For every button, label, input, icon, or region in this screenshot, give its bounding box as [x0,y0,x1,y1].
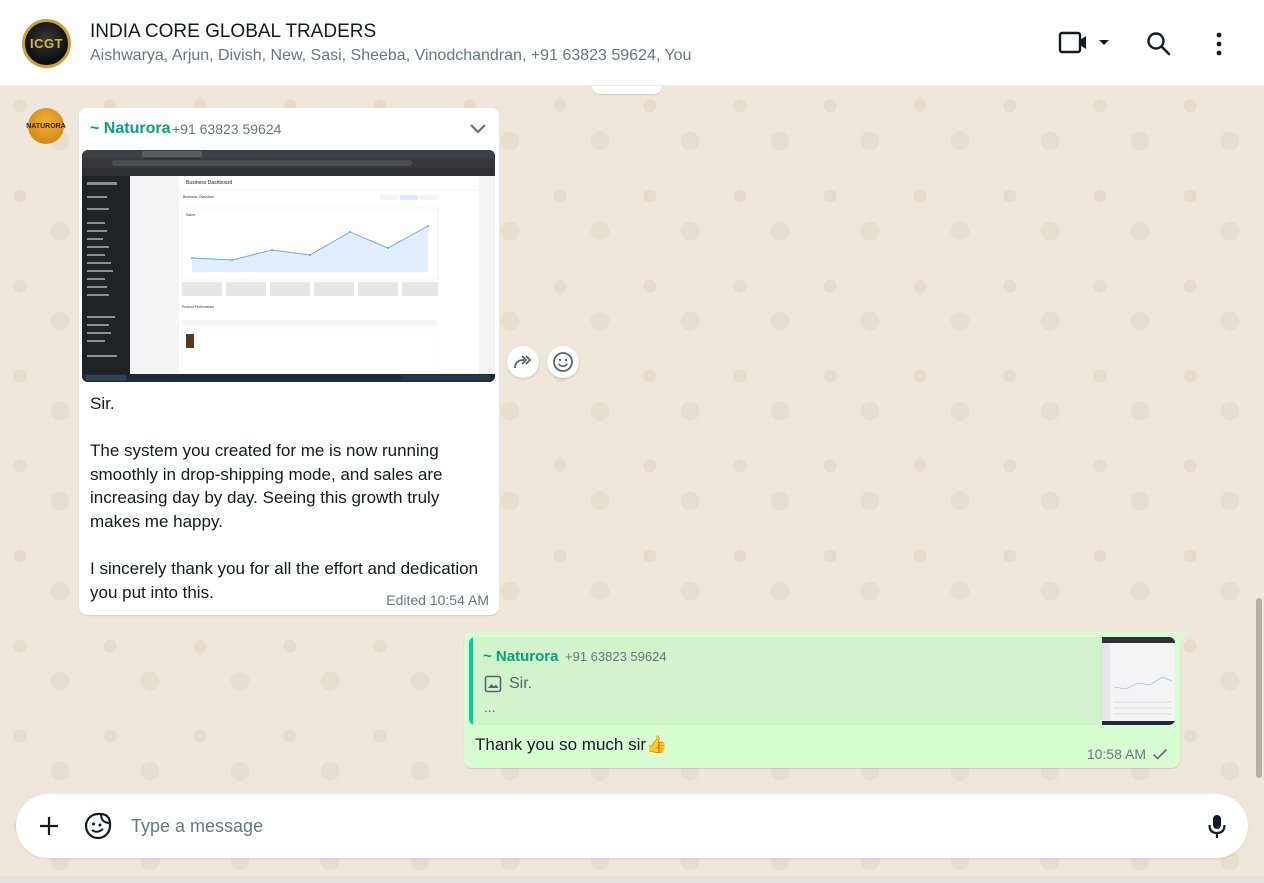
menu-icon[interactable] [1212,32,1226,61]
check-icon [1152,747,1168,765]
group-avatar[interactable]: ICGT [22,19,71,68]
dashboard-title: Business Dashboard [186,180,232,186]
react-button[interactable] [547,346,579,378]
incoming-message[interactable]: ~ Naturora +91 63823 59624 Business Dash… [79,108,499,615]
sticker-button[interactable] [84,812,112,845]
attached-screenshot[interactable]: Business Dashboard Business Overview Sal… [82,150,495,382]
quote-thumbnail [1101,637,1175,725]
video-call-icon[interactable] [1058,30,1112,61]
sender-phone: +91 63823 59624 [172,121,282,137]
chat-area: NATURORA ~ Naturora +91 63823 59624 Busi… [0,86,1264,876]
quote-text: Sir. [509,675,533,692]
emoji-icon [553,352,573,372]
plus-icon [40,817,58,835]
sender-name[interactable]: ~ Naturora [90,120,170,138]
chevron-down-icon[interactable] [469,122,487,140]
scrollbar-thumb[interactable] [1256,598,1262,778]
quote-sender-name: ~ Naturora [483,648,559,665]
chat-header: ICGT INDIA CORE GLOBAL TRADERS Aishwarya… [0,0,1264,86]
voice-message-button[interactable] [1207,813,1227,845]
message-text: Sir. The system you created for me is no… [90,394,479,602]
quote-accent-bar [469,637,473,725]
search-icon[interactable] [1146,31,1172,62]
sticker-icon [84,812,112,840]
date-chip [592,86,662,94]
image-icon [484,675,502,698]
group-title[interactable]: INDIA CORE GLOBAL TRADERS [90,21,376,43]
message-timestamp: Edited 10:54 AM [386,592,489,608]
sender-avatar[interactable]: NATURORA [26,108,66,144]
sender-avatar-text: NATURORA [26,122,66,130]
outgoing-message[interactable]: ~ Naturora +91 63823 59624 Sir. ... Than… [464,632,1180,768]
forward-icon [514,355,532,369]
quote-ellipsis: ... [484,699,496,715]
attach-button[interactable] [38,815,60,842]
quoted-message[interactable]: ~ Naturora +91 63823 59624 Sir. ... [469,637,1175,725]
message-input[interactable] [131,810,1171,842]
outgoing-timestamp: 10:58 AM [1086,746,1146,762]
chart-label: Sales [186,213,195,217]
message-composer [16,794,1248,858]
products-label: Product Performance [182,305,214,309]
quote-sender-phone: +91 63823 59624 [565,649,667,664]
dashboard-preview: Business Dashboard Business Overview Sal… [82,150,495,382]
microphone-icon [1208,815,1226,838]
forward-button[interactable] [507,346,539,378]
bubble-tail [1180,632,1190,642]
dashboard-section: Business Overview [183,195,214,199]
group-avatar-text: ICGT [29,36,64,51]
taskbar-edge [0,876,1264,883]
scrollbar[interactable] [1252,86,1264,796]
outgoing-text: Thank you so much sir👍 [475,735,668,754]
group-members[interactable]: Aishwarya, Arjun, Divish, New, Sasi, She… [90,47,691,65]
